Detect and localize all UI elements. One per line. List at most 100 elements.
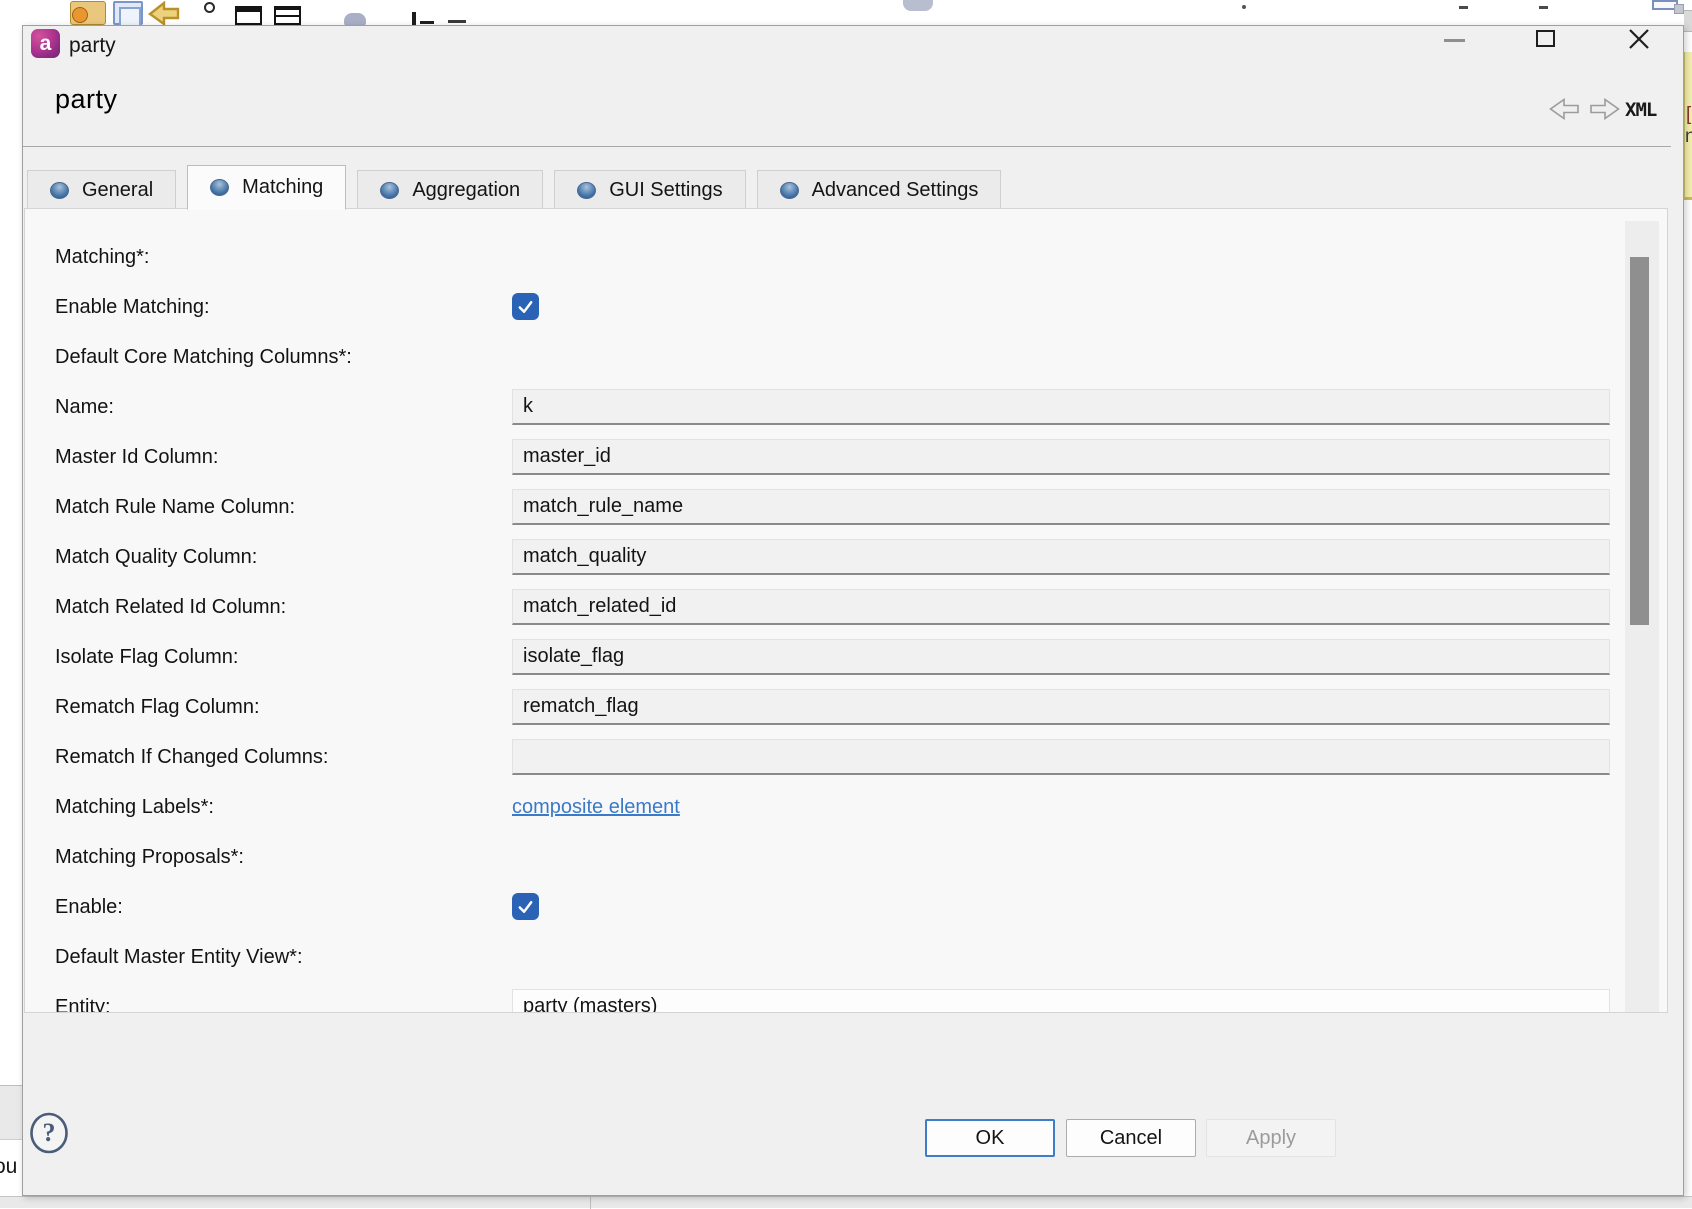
apply-button[interactable]: Apply <box>1206 1119 1336 1157</box>
scrollbar-thumb[interactable] <box>1630 257 1649 625</box>
field-label: Match Related Id Column: <box>55 596 286 619</box>
field-input-entity[interactable] <box>512 989 1610 1013</box>
checkbox-enable[interactable] <box>512 893 539 920</box>
background-toolbar <box>0 0 1692 25</box>
tab-sphere-icon <box>50 182 69 199</box>
background-dash-fragment <box>1459 6 1468 9</box>
field-label: Master Id Column: <box>55 446 218 469</box>
tab-sphere-icon <box>210 179 229 196</box>
form-row-matching: Matching*: <box>55 239 1615 275</box>
background-paste-icon <box>1652 0 1678 10</box>
field-input-match-quality-column[interactable] <box>512 539 1610 575</box>
background-tooltip-text: [ <box>1686 104 1691 126</box>
background-text-fragment <box>420 21 434 24</box>
checkmark-icon <box>516 897 535 916</box>
matching-tab-panel: Matching*: Enable Matching: Default Core M… <box>24 208 1668 1013</box>
background-folder-gear-icon <box>70 1 106 25</box>
checkmark-icon <box>516 297 535 316</box>
form-row-matching-proposals: Matching Proposals*: <box>55 839 1615 875</box>
field-input-name[interactable] <box>512 389 1610 425</box>
statusbar-divider <box>590 1197 591 1209</box>
background-statusbar <box>0 1196 1692 1208</box>
close-button[interactable] <box>1606 26 1674 74</box>
help-icon-glyph: ? <box>43 1118 56 1147</box>
scrollbar-track[interactable] <box>1625 221 1659 1013</box>
checkbox-enable-matching[interactable] <box>512 293 539 320</box>
field-label: Matching Labels*: <box>55 796 214 819</box>
background-split-view-icon <box>274 6 301 25</box>
form-row-master-id-column: Master Id Column: <box>55 439 1615 475</box>
tab-label: Advanced Settings <box>812 179 979 202</box>
form-row-matching-labels: Matching Labels*: composite element <box>55 789 1615 825</box>
field-label: Rematch If Changed Columns: <box>55 746 328 769</box>
form-row-rematch-flag-column: Rematch Flag Column: <box>55 689 1615 725</box>
background-gold-back-arrow-icon <box>148 1 180 25</box>
field-label: Isolate Flag Column: <box>55 646 238 669</box>
field-label: Default Core Matching Columns*: <box>55 346 352 369</box>
field-label: Matching Proposals*: <box>55 846 244 869</box>
form-row-entity: Entity: <box>55 989 1615 1013</box>
back-button[interactable] <box>1549 98 1579 120</box>
form-row-match-related-id-column: Match Related Id Column: <box>55 589 1615 625</box>
tab-matching[interactable]: Matching <box>187 165 346 210</box>
field-input-rematch-if-changed-columns[interactable] <box>512 739 1610 775</box>
help-button[interactable]: ? <box>28 1112 72 1156</box>
maximize-button[interactable] <box>1514 26 1578 74</box>
forward-button[interactable] <box>1590 98 1620 120</box>
background-dash-fragment <box>1539 6 1548 9</box>
form-row-default-master-entity-view: Default Master Entity View*: <box>55 939 1615 975</box>
ok-button[interactable]: OK <box>925 1119 1055 1157</box>
forward-arrow-icon <box>1590 98 1620 120</box>
field-input-match-related-id-column[interactable] <box>512 589 1610 625</box>
background-text-fragment <box>448 20 466 23</box>
tab-label: GUI Settings <box>609 179 722 202</box>
header-separator <box>23 146 1671 147</box>
maximize-icon <box>1536 30 1555 47</box>
tab-bar: General Matching Aggregation GUI Settings Ad… <box>27 164 1001 209</box>
field-label: Enable: <box>55 896 123 919</box>
back-arrow-icon <box>1549 98 1579 120</box>
tab-label: General <box>82 179 153 202</box>
background-tooltip-fragment: [ n <box>1684 52 1692 200</box>
tab-label: Aggregation <box>412 179 520 202</box>
field-label: Matching*: <box>55 246 150 269</box>
background-dot-fragment <box>1242 5 1246 9</box>
tab-gui-settings[interactable]: GUI Settings <box>554 170 745 209</box>
window-title: party <box>69 34 116 58</box>
background-window-view-icon <box>235 6 262 25</box>
background-left-panel-fragment <box>0 1085 22 1140</box>
field-input-master-id-column[interactable] <box>512 439 1610 475</box>
background-left-text-fragment: ou <box>0 1155 24 1179</box>
field-label: Enable Matching: <box>55 296 210 319</box>
field-label: Rematch Flag Column: <box>55 696 260 719</box>
dialog-titlebar: a party <box>23 26 1683 76</box>
minimize-button[interactable] <box>1422 26 1486 74</box>
form-row-enable: Enable: <box>55 889 1615 925</box>
background-tooltip-text: n <box>1685 126 1692 148</box>
tab-label: Matching <box>242 176 323 199</box>
tab-aggregation[interactable]: Aggregation <box>357 170 543 209</box>
page-title: party <box>55 84 118 115</box>
app-icon: a <box>31 29 60 58</box>
field-label: Match Quality Column: <box>55 546 257 569</box>
background-cloud-icon <box>903 0 933 11</box>
form-row-name: Name: <box>55 389 1615 425</box>
close-icon <box>1628 28 1650 50</box>
tab-sphere-icon <box>577 182 596 199</box>
form-row-isolate-flag-column: Isolate Flag Column: <box>55 639 1615 675</box>
xml-view-button[interactable]: XML <box>1625 99 1656 121</box>
field-input-rematch-flag-column[interactable] <box>512 689 1610 725</box>
background-text-fragment <box>412 12 416 25</box>
background-right-fragment <box>1684 10 1692 32</box>
link-matching-labels[interactable]: composite element <box>512 796 680 819</box>
minimize-icon <box>1444 39 1465 42</box>
tab-advanced-settings[interactable]: Advanced Settings <box>757 170 1002 209</box>
form-row-enable-matching: Enable Matching: <box>55 289 1615 325</box>
tab-general[interactable]: General <box>27 170 176 209</box>
field-label: Match Rule Name Column: <box>55 496 295 519</box>
party-dialog: a party party XML General Matching Aggrega… <box>22 25 1684 1196</box>
cancel-button[interactable]: Cancel <box>1066 1119 1196 1157</box>
field-input-isolate-flag-column[interactable] <box>512 639 1610 675</box>
field-input-match-rule-name-column[interactable] <box>512 489 1610 525</box>
form-row-rematch-if-changed-columns: Rematch If Changed Columns: <box>55 739 1615 775</box>
